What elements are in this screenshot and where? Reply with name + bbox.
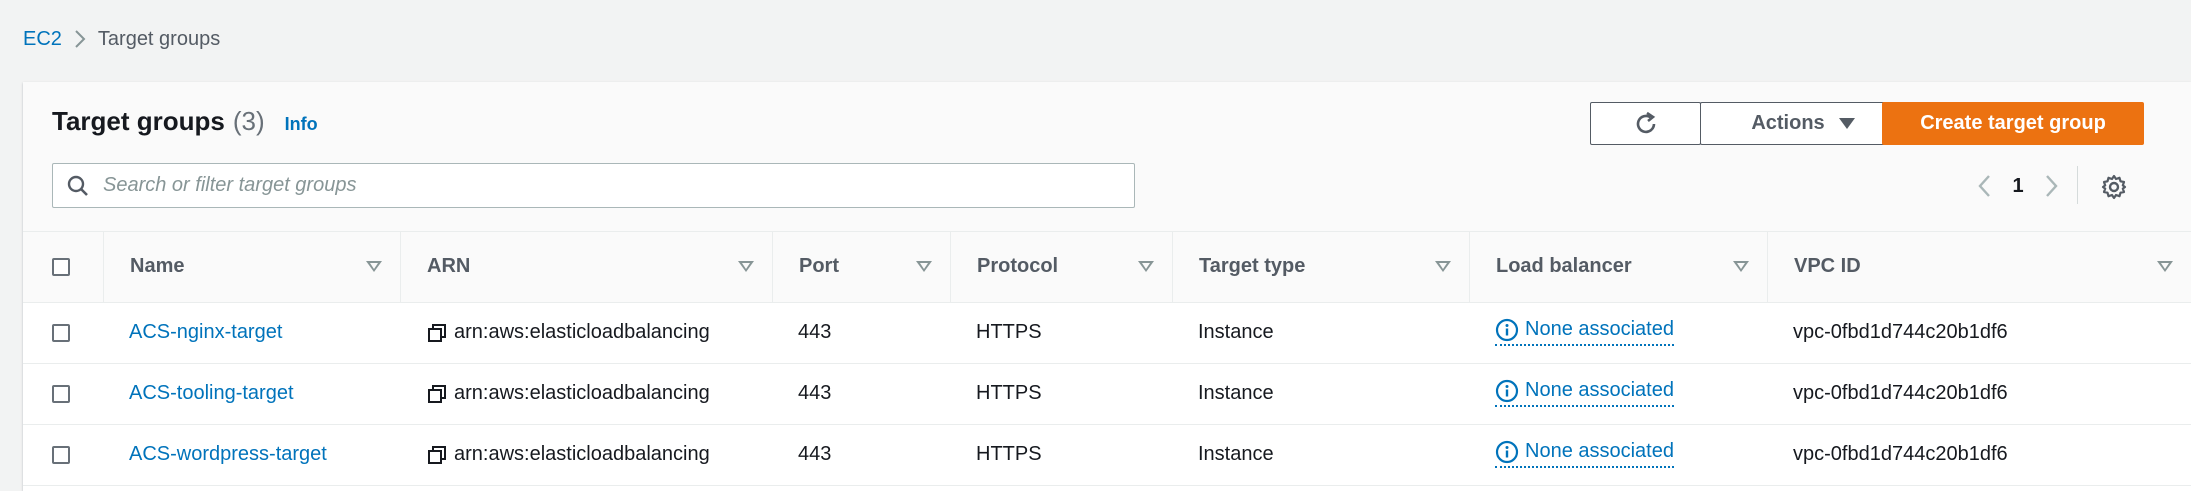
sort-caret-icon[interactable] (366, 261, 382, 273)
sort-caret-icon[interactable] (916, 261, 932, 273)
column-header-target-type[interactable]: Target type (1172, 232, 1469, 303)
column-header-label: ARN (427, 255, 471, 278)
refresh-icon (1636, 111, 1655, 133)
name-cell: ACS-nginx-target (103, 302, 400, 364)
row-select-cell (23, 424, 103, 486)
sort-caret-icon[interactable] (738, 261, 754, 273)
target-group-count: (3) (232, 106, 265, 136)
sort-caret-icon[interactable] (1733, 261, 1749, 273)
vpc-id-cell: vpc-0fbd1d744c20b1df6 (1767, 363, 2191, 425)
column-header-arn[interactable]: ARN (400, 232, 772, 303)
pagination-divider (2077, 166, 2078, 204)
table-row[interactable]: ACS-tooling-target arn:aws:elasticloadba… (23, 363, 2191, 425)
row-checkbox[interactable] (52, 384, 70, 403)
load-balancer-cell: None associated (1469, 302, 1767, 364)
caret-down-icon (1838, 118, 1855, 129)
column-header-load-balancer[interactable]: Load balancer (1469, 232, 1767, 303)
target-group-name-link[interactable]: ACS-tooling-target (129, 382, 294, 404)
vpc-id-cell: vpc-0fbd1d744c20b1df6 (1767, 424, 2191, 486)
arn-value: arn:aws:elasticloadbalancing (454, 443, 710, 465)
breadcrumb-ec2-link[interactable]: EC2 (23, 28, 62, 51)
settings-gear-icon[interactable] (2098, 171, 2130, 203)
column-header-label: Protocol (977, 255, 1059, 278)
column-header-label: Name (130, 255, 185, 278)
port-cell: 443 (772, 424, 950, 486)
row-select-cell (23, 363, 103, 425)
target-type-cell: Instance (1172, 302, 1469, 364)
chevron-right-icon (62, 26, 98, 52)
create-target-group-button[interactable]: Create target group (1882, 102, 2144, 145)
protocol-cell: HTTPS (950, 363, 1172, 425)
vpc-id-cell: vpc-0fbd1d744c20b1df6 (1767, 302, 2191, 364)
column-header-name[interactable]: Name (103, 232, 400, 303)
arn-cell: arn:aws:elasticloadbalancing (400, 424, 772, 486)
column-header-label: Port (799, 255, 839, 278)
copy-icon[interactable] (426, 444, 448, 466)
info-link[interactable]: Info (285, 114, 318, 135)
info-icon (1495, 440, 1519, 463)
load-balancer-cell: None associated (1469, 363, 1767, 425)
panel-header: Target groups (3) Info Actions Create ta… (23, 82, 2191, 232)
breadcrumb-current: Target groups (97, 27, 221, 50)
arn-cell: arn:aws:elasticloadbalancing (400, 363, 772, 425)
target-group-name-link[interactable]: ACS-wordpress-target (129, 443, 327, 465)
column-header-protocol[interactable]: Protocol (950, 232, 1172, 303)
arn-value: arn:aws:elasticloadbalancing (454, 382, 710, 404)
arn-cell: arn:aws:elasticloadbalancing (400, 302, 772, 364)
copy-icon[interactable] (426, 322, 448, 344)
load-balancer-status-link[interactable]: None associated (1495, 440, 1674, 468)
load-balancer-status: None associated (1525, 318, 1674, 340)
page-title: Target groups (3) Info (52, 106, 318, 142)
port-cell: 443 (772, 302, 950, 364)
breadcrumb: EC2 Target groups (23, 26, 220, 52)
column-header-label: VPC ID (1794, 255, 1861, 278)
info-icon (1495, 379, 1519, 402)
search-box (52, 163, 1135, 208)
pagination: 1 (1962, 166, 2074, 206)
page-title-text: Target groups (52, 106, 225, 136)
load-balancer-cell: None associated (1469, 424, 1767, 486)
row-checkbox[interactable] (52, 323, 70, 342)
name-cell: ACS-tooling-target (103, 363, 400, 425)
column-header-label: Load balancer (1496, 255, 1632, 278)
target-type-cell: Instance (1172, 424, 1469, 486)
target-groups-table: Name ARN Port Protocol Target type Load … (23, 232, 2191, 486)
sort-caret-icon[interactable] (2157, 261, 2173, 273)
info-icon (1495, 318, 1519, 341)
load-balancer-status-link[interactable]: None associated (1495, 379, 1674, 407)
actions-label: Actions (1751, 112, 1825, 134)
port-cell: 443 (772, 363, 950, 425)
protocol-cell: HTTPS (950, 302, 1172, 364)
column-header-port[interactable]: Port (772, 232, 950, 303)
current-page-number[interactable]: 1 (2006, 175, 2030, 198)
row-select-cell (23, 302, 103, 364)
target-group-name-link[interactable]: ACS-nginx-target (129, 321, 282, 343)
target-groups-panel: Target groups (3) Info Actions Create ta… (23, 82, 2191, 491)
search-icon (53, 175, 103, 197)
sort-caret-icon[interactable] (1138, 261, 1154, 273)
target-type-cell: Instance (1172, 363, 1469, 425)
refresh-button[interactable] (1590, 102, 1701, 145)
table-row[interactable]: ACS-nginx-target arn:aws:elasticloadbala… (23, 302, 2191, 364)
previous-page-icon[interactable] (1962, 166, 2006, 206)
protocol-cell: HTTPS (950, 424, 1172, 486)
column-header-label: Target type (1199, 255, 1306, 278)
arn-value: arn:aws:elasticloadbalancing (454, 321, 710, 343)
load-balancer-status: None associated (1525, 440, 1674, 462)
actions-dropdown-button[interactable]: Actions (1700, 102, 1906, 145)
table-header-row: Name ARN Port Protocol Target type Load … (23, 232, 2191, 303)
next-page-icon[interactable] (2030, 166, 2074, 206)
sort-caret-icon[interactable] (1435, 261, 1451, 273)
select-all-header (23, 232, 103, 303)
load-balancer-status-link[interactable]: None associated (1495, 318, 1674, 346)
table-row[interactable]: ACS-wordpress-target arn:aws:elasticload… (23, 424, 2191, 486)
column-header-vpc-id[interactable]: VPC ID (1767, 232, 2191, 303)
select-all-checkbox[interactable] (52, 257, 70, 276)
load-balancer-status: None associated (1525, 379, 1674, 401)
copy-icon[interactable] (426, 383, 448, 405)
search-input[interactable] (103, 174, 1103, 197)
name-cell: ACS-wordpress-target (103, 424, 400, 486)
row-checkbox[interactable] (52, 445, 70, 464)
